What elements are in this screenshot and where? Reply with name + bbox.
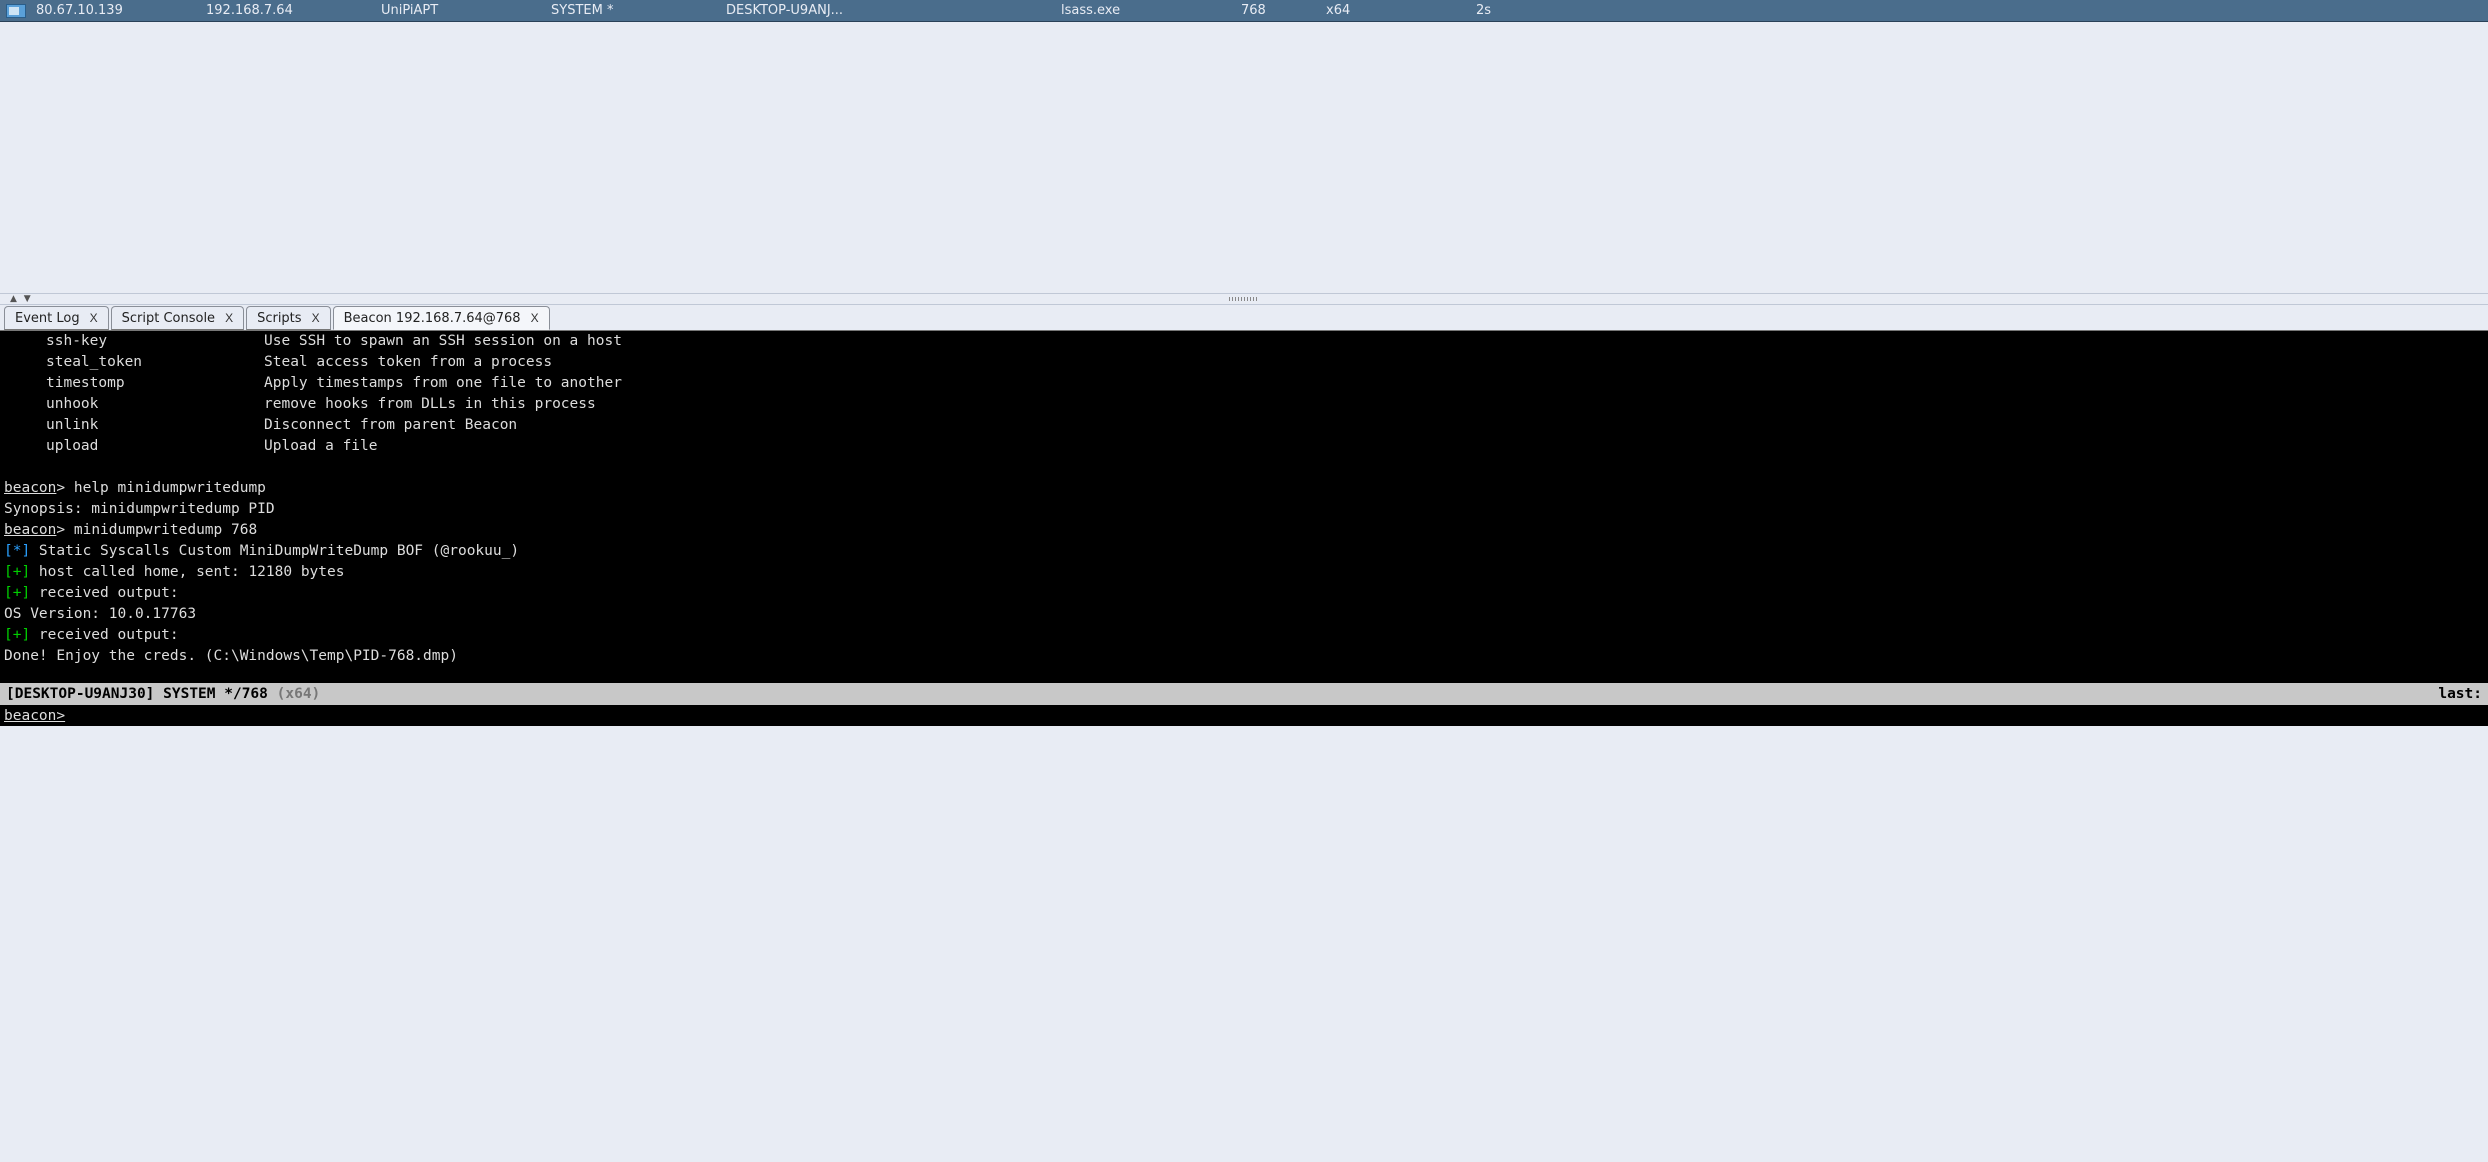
help-row: unhookremove hooks from DLLs in this pro… <box>4 394 2488 415</box>
session-process: lsass.exe <box>1061 3 1241 18</box>
console-line: Synopsis: minidumpwritedump PID <box>4 499 2488 520</box>
tab-label: Beacon 192.168.7.64@768 <box>344 311 521 326</box>
monitor-icon <box>6 4 26 18</box>
console-line: [+] received output: <box>4 625 2488 646</box>
tabbar: Event Log X Script Console X Scripts X B… <box>0 305 2488 331</box>
splitter-grip-icon <box>1229 297 1259 301</box>
console-line: [+] host called home, sent: 12180 bytes <box>4 562 2488 583</box>
help-row: ssh-keyUse SSH to spawn an SSH session o… <box>4 331 2488 352</box>
tab-beacon[interactable]: Beacon 192.168.7.64@768 X <box>333 306 550 330</box>
close-icon[interactable]: X <box>312 311 320 325</box>
tab-event-log[interactable]: Event Log X <box>4 306 109 330</box>
splitter-arrows-icon: ▲ ▼ <box>10 294 33 304</box>
console-line: OS Version: 10.0.17763 <box>4 604 2488 625</box>
help-row: uploadUpload a file <box>4 436 2488 457</box>
session-last: 2s <box>1476 3 1526 18</box>
session-row[interactable]: 80.67.10.139 192.168.7.64 UniPiAPT SYSTE… <box>0 0 2488 22</box>
console-line: [*] Static Syscalls Custom MiniDumpWrite… <box>4 541 2488 562</box>
console-line: beacon> minidumpwritedump 768 <box>4 520 2488 541</box>
console-input[interactable]: beacon> <box>0 705 2488 726</box>
tab-script-console[interactable]: Script Console X <box>111 306 244 330</box>
session-computer: DESKTOP-U9ANJ... <box>726 3 1061 18</box>
session-internal-ip: 192.168.7.64 <box>206 3 381 18</box>
tab-label: Script Console <box>122 311 215 326</box>
close-icon[interactable]: X <box>225 311 233 325</box>
sessions-pane <box>0 22 2488 293</box>
session-pid: 768 <box>1241 3 1326 18</box>
help-row: timestompApply timestamps from one file … <box>4 373 2488 394</box>
help-row: unlinkDisconnect from parent Beacon <box>4 415 2488 436</box>
session-external-ip: 80.67.10.139 <box>36 3 206 18</box>
status-right: last: <box>2438 686 2482 702</box>
splitter[interactable]: ▲ ▼ <box>0 293 2488 305</box>
status-bar: [DESKTOP-U9ANJ30] SYSTEM */768 (x64) las… <box>0 683 2488 705</box>
prompt-label: beacon> <box>4 708 65 724</box>
close-icon[interactable]: X <box>90 311 98 325</box>
session-arch: x64 <box>1326 3 1476 18</box>
status-left: [DESKTOP-U9ANJ30] SYSTEM */768 (x64) <box>6 686 320 702</box>
close-icon[interactable]: X <box>531 311 539 325</box>
console-line: beacon> help minidumpwritedump <box>4 478 2488 499</box>
console-output[interactable]: ssh-keyUse SSH to spawn an SSH session o… <box>0 331 2488 683</box>
tab-label: Event Log <box>15 311 80 326</box>
console-line: [+] received output: <box>4 583 2488 604</box>
session-listener: UniPiAPT <box>381 3 551 18</box>
tab-label: Scripts <box>257 311 301 326</box>
help-row: steal_tokenSteal access token from a pro… <box>4 352 2488 373</box>
session-user: SYSTEM * <box>551 3 726 18</box>
tab-scripts[interactable]: Scripts X <box>246 306 331 330</box>
console-line: Done! Enjoy the creds. (C:\Windows\Temp\… <box>4 646 2488 667</box>
